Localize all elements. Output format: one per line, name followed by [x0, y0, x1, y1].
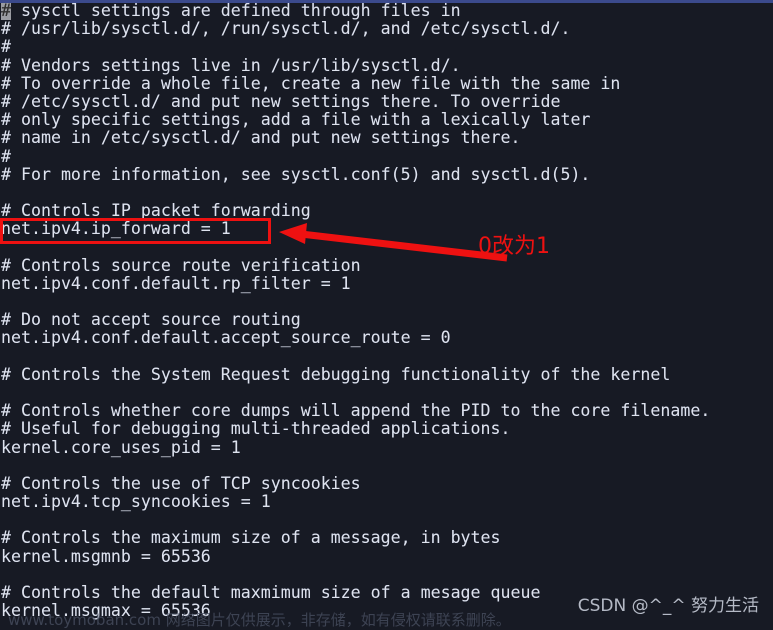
terminal-line: # For more information, see sysctl.conf(…: [1, 164, 591, 184]
terminal-line: kernel.msgmnb = 65536: [1, 546, 211, 566]
terminal-line: # /etc/sysctl.d/ and put new settings th…: [1, 91, 561, 111]
terminal-line: # To override a whole file, create a new…: [1, 73, 621, 93]
terminal-line: kernel.core_uses_pid = 1: [1, 437, 241, 457]
terminal-line: # sysctl settings are defined through fi…: [1, 1, 461, 20]
terminal-line: # Controls IP packet forwarding: [1, 201, 311, 221]
terminal-line: # Do not accept source routing: [1, 310, 301, 330]
annotation-label: 0改为1: [478, 234, 550, 259]
terminal-line: # Useful for debugging multi-threaded ap…: [1, 419, 511, 439]
terminal-line: # Controls the maximum size of a message…: [1, 528, 501, 548]
text-cursor: [1, 3, 11, 20]
terminal-line: # Vendors settings live in /usr/lib/sysc…: [1, 55, 461, 75]
csdn-watermark: CSDN @^_^ 努力生活: [577, 596, 759, 616]
terminal-line: # Controls the System Request debugging …: [1, 364, 671, 384]
terminal-line: net.ipv4.tcp_syncookies = 1: [1, 492, 271, 512]
terminal-line: net.ipv4.conf.default.rp_filter = 1: [1, 273, 351, 293]
terminal-line: # Controls whether core dumps will appen…: [1, 401, 711, 421]
terminal-line: # Controls the use of TCP syncookies: [1, 473, 361, 493]
terminal-line: # only specific settings, add a file wit…: [1, 110, 591, 130]
terminal-line: #: [1, 37, 11, 57]
terminal-text-area[interactable]: # sysctl settings are defined through fi…: [0, 0, 773, 630]
footer-watermark: www.toymoban.com 网络图片仅供展示，非存储，如有侵权请联系删除。: [8, 611, 511, 629]
terminal-line: net.ipv4.conf.default.accept_source_rout…: [1, 328, 451, 348]
terminal-window: # sysctl settings are defined through fi…: [0, 0, 773, 630]
terminal-line: # /usr/lib/sysctl.d/, /run/sysctl.d/, an…: [1, 19, 571, 39]
terminal-line: #: [1, 146, 11, 166]
terminal-line-ip-forward[interactable]: net.ipv4.ip_forward = 1: [0, 220, 773, 238]
terminal-line: # name in /etc/sysctl.d/ and put new set…: [1, 128, 521, 148]
terminal-line: # Controls source route verification: [1, 255, 361, 275]
